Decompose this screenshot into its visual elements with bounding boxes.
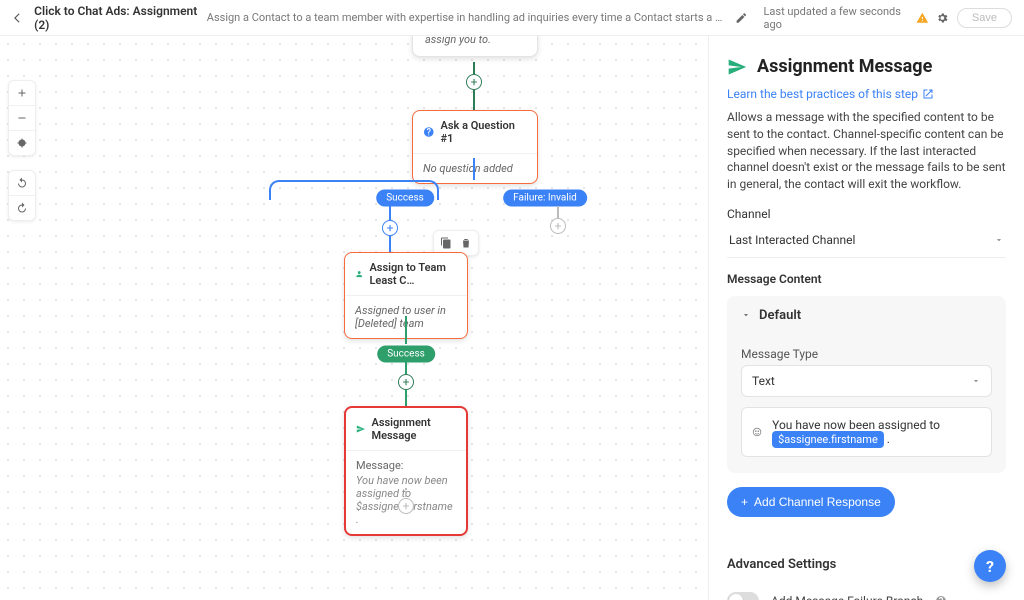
- question-icon: [423, 126, 435, 138]
- learn-link[interactable]: Learn the best practices of this step: [727, 87, 1006, 101]
- message-content-label: Message Content: [727, 272, 1006, 286]
- zoom-out-button[interactable]: [9, 105, 35, 130]
- node2-body-deleted: [Deleted]: [355, 317, 397, 330]
- canvas-history: [8, 170, 36, 221]
- panel-title: Assignment Message: [727, 56, 1006, 77]
- save-button[interactable]: Save: [957, 8, 1012, 28]
- node0-body: assign you to.: [425, 36, 491, 46]
- add-step-button[interactable]: +: [398, 498, 414, 514]
- node1-body: No question added: [413, 154, 537, 183]
- help-icon[interactable]: [935, 595, 947, 600]
- msg-suffix: .: [887, 432, 890, 446]
- add-step-button[interactable]: +: [550, 218, 566, 234]
- emoji-icon[interactable]: [752, 425, 762, 439]
- canvas-tools: [8, 80, 36, 156]
- failure-branch-toggle[interactable]: [727, 592, 759, 600]
- send-icon: [727, 57, 747, 77]
- node2-body-prefix: Assigned to user in: [355, 304, 446, 317]
- chevron-down-icon: [741, 310, 751, 320]
- back-button[interactable]: [8, 8, 26, 28]
- undo-button[interactable]: [9, 171, 35, 195]
- chevron-down-icon: [994, 235, 1004, 245]
- node3-title: Assignment Message: [371, 416, 456, 442]
- redo-button[interactable]: [9, 195, 35, 220]
- node2-title: Assign to Team Least C…: [369, 261, 457, 287]
- panel-description: Allows a message with the specified cont…: [727, 109, 1006, 193]
- message-text-input[interactable]: You have now been assigned to $assignee.…: [741, 407, 992, 457]
- node1-title: Ask a Question #1: [441, 119, 527, 145]
- message-type-select[interactable]: Text: [741, 365, 992, 397]
- node3-label: Message:: [356, 459, 456, 472]
- user-assign-icon: [355, 268, 363, 280]
- warning-icon: [916, 11, 929, 25]
- variable-chip[interactable]: $assignee.firstname: [772, 431, 884, 448]
- workflow-subtitle: Assign a Contact to a team member with e…: [207, 11, 727, 24]
- last-updated: Last updated a few seconds ago: [764, 5, 908, 31]
- add-channel-response-button[interactable]: + Add Channel Response: [727, 487, 895, 517]
- message-type-value: Text: [752, 374, 775, 388]
- node-assignment-message[interactable]: Assignment Message Message: You have now…: [344, 406, 468, 536]
- message-type-label: Message Type: [741, 347, 992, 361]
- external-link-icon: [922, 88, 934, 100]
- trash-icon[interactable]: [458, 235, 474, 251]
- zoom-in-button[interactable]: [9, 81, 35, 105]
- send-icon: [356, 423, 365, 435]
- add-step-button[interactable]: +: [466, 74, 482, 90]
- channel-value: Last Interacted Channel: [729, 233, 855, 247]
- branch-success-2: Success: [377, 346, 435, 363]
- branch-failure: Failure: Invalid: [503, 190, 587, 207]
- default-section-header[interactable]: Default: [727, 296, 1006, 335]
- fit-button[interactable]: [9, 130, 35, 155]
- add-step-button[interactable]: +: [398, 374, 414, 390]
- advanced-settings-label: Advanced Settings: [727, 557, 1006, 572]
- copy-icon[interactable]: [438, 235, 454, 251]
- channel-select[interactable]: Last Interacted Channel: [727, 227, 1006, 258]
- pencil-icon[interactable]: [735, 11, 748, 25]
- failure-branch-label: Add Message Failure Branch: [771, 594, 923, 600]
- gear-icon[interactable]: [936, 11, 949, 25]
- node-send-message-fragment[interactable]: assign you to.: [412, 36, 538, 57]
- node-ask-question[interactable]: Ask a Question #1 No question added: [412, 110, 538, 184]
- chevron-down-icon: [971, 376, 981, 386]
- workflow-title: Click to Chat Ads: Assignment (2): [34, 4, 199, 32]
- node2-body-suffix: team: [397, 317, 424, 330]
- add-step-button[interactable]: +: [382, 220, 398, 236]
- plus-icon: +: [741, 495, 748, 509]
- help-fab[interactable]: ?: [974, 550, 1006, 582]
- branch-success: Success: [376, 190, 434, 207]
- channel-label: Channel: [727, 207, 1006, 221]
- msg-prefix: You have now been assigned to: [772, 418, 940, 432]
